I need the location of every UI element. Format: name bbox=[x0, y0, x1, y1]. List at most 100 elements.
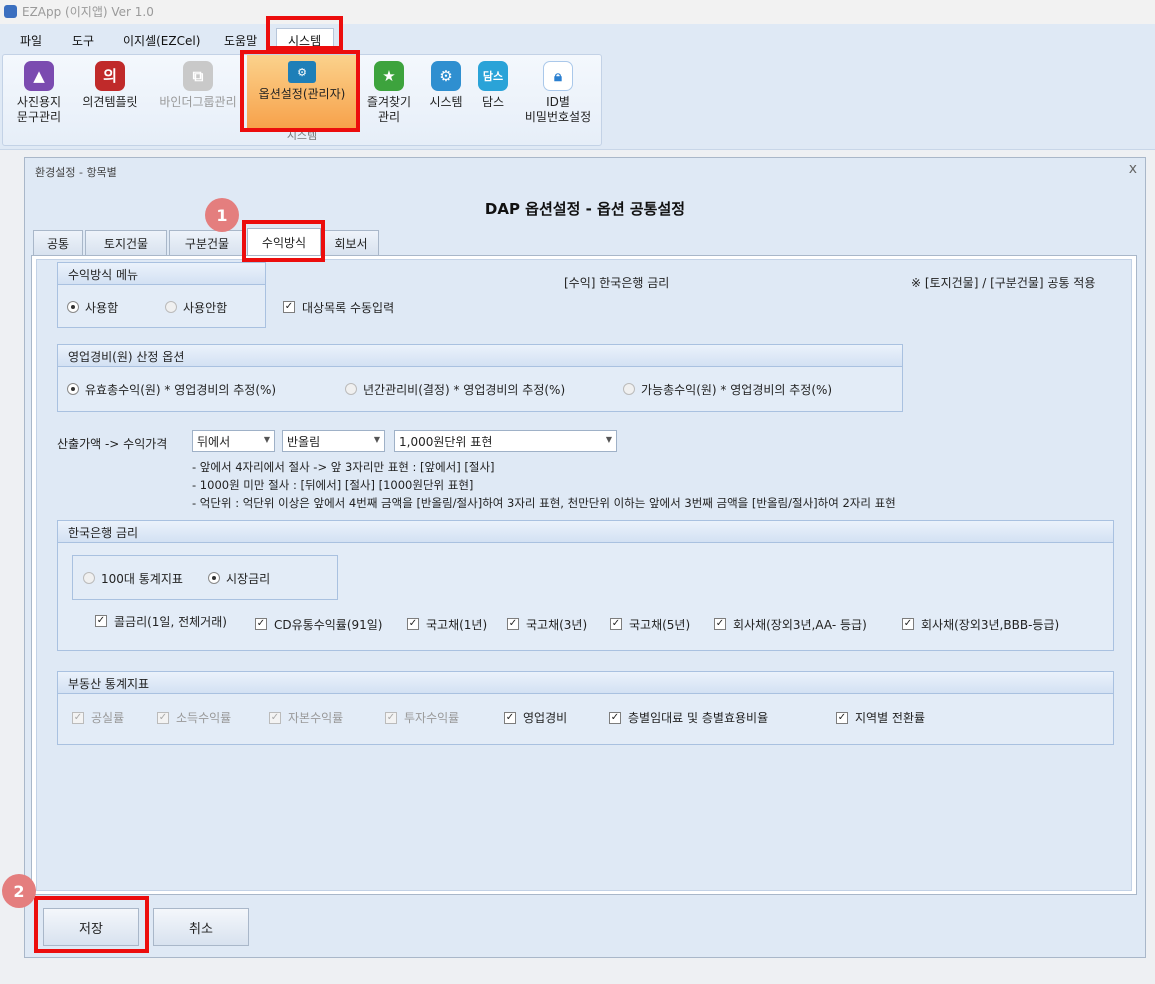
radio-op-expense-2[interactable] bbox=[345, 383, 357, 395]
highlight-save-button bbox=[34, 896, 149, 953]
radio-op-expense-1[interactable] bbox=[67, 383, 79, 395]
settings-dialog: 환경설정 - 항목별 x DAP 옵션설정 - 옵션 공통설정 공통 토지건물 … bbox=[24, 157, 1146, 958]
ribbon-btn-dams[interactable]: 담스 담스 bbox=[473, 61, 513, 110]
ribbon-btn-label: ID별 bbox=[546, 95, 570, 109]
radio-op-expense-1-label: 유효총수익(원) * 영업경비의 추정(%) bbox=[85, 383, 277, 397]
highlight-tab-income bbox=[242, 220, 325, 262]
app-title: EZApp (이지앱) Ver 1.0 bbox=[22, 5, 154, 19]
check-corp-aa[interactable]: ✓ bbox=[714, 618, 726, 630]
radio-nouse[interactable] bbox=[165, 301, 177, 313]
chevron-down-icon: ▼ bbox=[373, 435, 380, 444]
radio-use[interactable] bbox=[67, 301, 79, 313]
conversion-note-1: - 앞에서 4자리에서 절사 -> 앞 3자리만 표현 : [앞에서] [절사] bbox=[192, 460, 495, 474]
group-title: 영업경비(원) 산정 옵션 bbox=[58, 345, 902, 367]
ribbon-btn-id-password[interactable]: 🔒︎ ID별 비밀번호설정 bbox=[517, 61, 599, 125]
gear-icon: ⚙ bbox=[431, 61, 461, 91]
ribbon-btn-photo-paper[interactable]: ▲ 사진용지 문구관리 bbox=[7, 61, 71, 125]
radio-nouse-label: 사용안함 bbox=[183, 301, 228, 315]
bok-rate-group: 한국은행 금리 100대 통계지표 시장금리 ✓ 콜금리(1일, 전체거래) ✓… bbox=[57, 520, 1114, 651]
select-value: 뒤에서 bbox=[197, 435, 231, 449]
highlight-option-settings bbox=[240, 50, 360, 132]
close-icon[interactable]: x bbox=[1129, 161, 1137, 177]
check-floor-rent[interactable]: ✓ bbox=[609, 712, 621, 724]
ribbon-btn-label: 시스템 bbox=[429, 95, 463, 109]
ribbon-btn-favorites[interactable]: ★ 즐겨찾기 관리 bbox=[361, 61, 417, 125]
ribbon-btn-system[interactable]: ⚙ 시스템 bbox=[423, 61, 469, 110]
check-floor-rent-label: 층별임대료 및 층별효용비율 bbox=[628, 711, 769, 725]
rate-label: [수익] 한국은행 금리 bbox=[564, 276, 670, 290]
tab-common[interactable]: 공통 bbox=[33, 230, 83, 255]
radio-op-expense-3-label: 가능총수익(원) * 영업경비의 추정(%) bbox=[641, 383, 833, 397]
manual-input-checkbox[interactable]: ✓ bbox=[283, 301, 295, 313]
conversion-label: 산출가액 -> 수익가격 bbox=[57, 437, 168, 451]
check-op-expense-label: 영업경비 bbox=[523, 711, 568, 725]
rounding-method-select[interactable]: 반올림 ▼ bbox=[282, 430, 385, 452]
check-investment-return-label: 투자수익률 bbox=[404, 711, 460, 725]
menu-ezcel[interactable]: 이지셀(EZCel) bbox=[123, 32, 200, 49]
check-vacancy-label: 공실률 bbox=[91, 711, 125, 725]
check-investment-return[interactable]: ✓ bbox=[385, 712, 397, 724]
ribbon-btn-label: 바인더그룹관리 bbox=[159, 95, 237, 109]
dialog-title: 환경설정 - 항목별 bbox=[35, 166, 117, 179]
select-value: 1,000원단위 표현 bbox=[399, 435, 493, 449]
conversion-note-3: - 억단위 : 억단위 이상은 앞에서 4번째 금액을 [반올림/절사]하여 3… bbox=[192, 496, 896, 510]
bok-source-box: 100대 통계지표 시장금리 bbox=[72, 555, 338, 600]
menu-tools[interactable]: 도구 bbox=[72, 32, 94, 49]
check-corp-bbb-label: 회사채(장외3년,BBB-등급) bbox=[921, 618, 1060, 632]
menu-bar: 파일 도구 이지셀(EZCel) 도움말 시스템 bbox=[0, 24, 1155, 52]
app-icon bbox=[4, 5, 17, 18]
check-treasury-5y[interactable]: ✓ bbox=[610, 618, 622, 630]
ribbon-btn-binder-group[interactable]: ⧉ 바인더그룹관리 bbox=[151, 61, 245, 110]
check-capital-return-label: 자본수익률 bbox=[288, 711, 344, 725]
ribbon-btn-label: 사진용지 bbox=[16, 95, 62, 109]
check-vacancy[interactable]: ✓ bbox=[72, 712, 84, 724]
ribbon-btn-label: 의견템플릿 bbox=[82, 95, 138, 109]
unit-select[interactable]: 1,000원단위 표현 ▼ bbox=[394, 430, 617, 452]
group-title: 부동산 통계지표 bbox=[58, 672, 1113, 694]
radio-100-index-label: 100대 통계지표 bbox=[101, 572, 183, 586]
tab-land-building[interactable]: 토지건물 bbox=[85, 230, 167, 255]
chevron-down-icon: ▼ bbox=[263, 435, 270, 444]
tab-panel: 수익방식 메뉴 사용함 사용안함 ✓ 대상목록 수동입력 [수익] 한국은행 금… bbox=[31, 255, 1137, 895]
common-apply-note: ※ [토지건물] / [구분건물] 공통 적용 bbox=[911, 276, 1096, 290]
ribbon-btn-label2: 문구관리 bbox=[16, 110, 62, 124]
check-treasury-3y-label: 국고채(3년) bbox=[526, 618, 588, 632]
realestate-stats-group: 부동산 통계지표 ✓ 공실률 ✓ 소득수익률 ✓ 자본수익률 ✓ 투자수익률 ✓… bbox=[57, 671, 1114, 745]
lock-icon: 🔒︎ bbox=[543, 61, 573, 91]
check-regional-conversion-label: 지역별 전환률 bbox=[855, 711, 926, 725]
manual-input-label: 대상목록 수동입력 bbox=[302, 301, 395, 315]
radio-use-label: 사용함 bbox=[85, 301, 119, 315]
check-income-return-label: 소득수익률 bbox=[176, 711, 232, 725]
radio-op-expense-3[interactable] bbox=[623, 383, 635, 395]
ribbon-btn-label: 즐겨찾기 bbox=[366, 95, 412, 109]
check-corp-bbb[interactable]: ✓ bbox=[902, 618, 914, 630]
check-corp-aa-label: 회사채(장외3년,AA- 등급) bbox=[733, 618, 867, 632]
tab-report[interactable]: 회보서 bbox=[323, 230, 379, 255]
check-capital-return[interactable]: ✓ bbox=[269, 712, 281, 724]
check-call-rate-label: 콜금리(1일, 전체거래) bbox=[114, 615, 227, 629]
check-cd-rate[interactable]: ✓ bbox=[255, 618, 267, 630]
opinion-template-icon: 의 bbox=[95, 61, 125, 91]
select-value: 반올림 bbox=[287, 435, 321, 449]
radio-market-rate[interactable] bbox=[208, 572, 220, 584]
photo-paper-icon: ▲ bbox=[24, 61, 54, 91]
check-call-rate[interactable]: ✓ bbox=[95, 615, 107, 627]
rounding-direction-select[interactable]: 뒤에서 ▼ bbox=[192, 430, 275, 452]
check-regional-conversion[interactable]: ✓ bbox=[836, 712, 848, 724]
cancel-button[interactable]: 취소 bbox=[153, 908, 249, 946]
title-bar: EZApp (이지앱) Ver 1.0 bbox=[0, 0, 1155, 24]
menu-help[interactable]: 도움말 bbox=[224, 32, 257, 49]
tab-panel-inner: 수익방식 메뉴 사용함 사용안함 ✓ 대상목록 수동입력 [수익] 한국은행 금… bbox=[36, 259, 1132, 891]
tab-section-building[interactable]: 구분건물 bbox=[169, 230, 245, 255]
ribbon-btn-opinion-template[interactable]: 의 의견템플릿 bbox=[73, 61, 147, 110]
menu-file[interactable]: 파일 bbox=[20, 32, 42, 49]
radio-market-rate-label: 시장금리 bbox=[226, 572, 271, 586]
conversion-note-2: - 1000원 미만 절사 : [뒤에서] [절사] [1000원단위 표현] bbox=[192, 478, 474, 492]
dams-icon: 담스 bbox=[478, 61, 508, 91]
radio-100-index[interactable] bbox=[83, 572, 95, 584]
check-treasury-1y[interactable]: ✓ bbox=[407, 618, 419, 630]
ribbon-btn-label2: 비밀번호설정 bbox=[524, 110, 592, 124]
check-income-return[interactable]: ✓ bbox=[157, 712, 169, 724]
check-op-expense[interactable]: ✓ bbox=[504, 712, 516, 724]
check-treasury-3y[interactable]: ✓ bbox=[507, 618, 519, 630]
